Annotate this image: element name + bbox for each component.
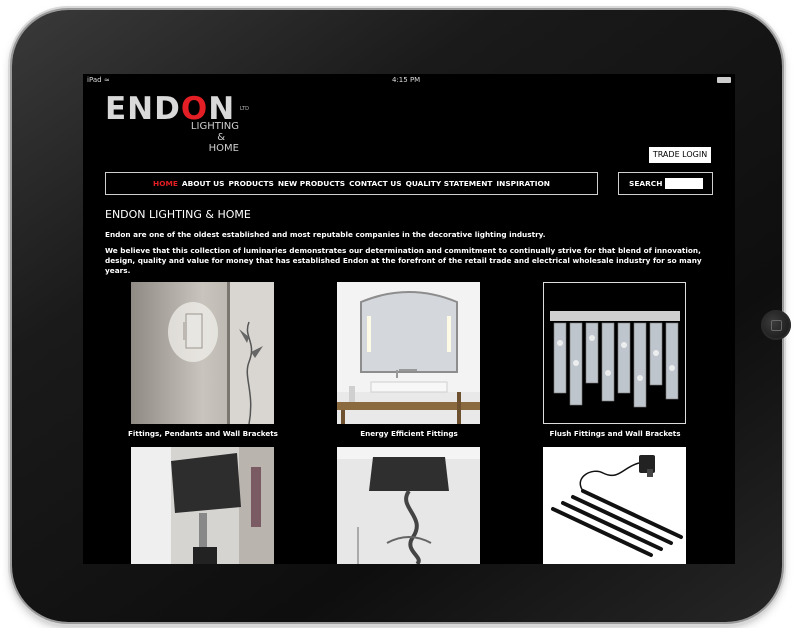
product-image-energy-efficient[interactable] (337, 282, 480, 424)
ipad-screen: iPad ≈ 4:15 PM ENDON LTD LIGHTING & HOME… (83, 74, 735, 564)
nav-item-inspiration[interactable]: INSPIRATION (496, 179, 550, 188)
nav-item-quality-statement[interactable]: QUALITY STATEMENT (406, 179, 493, 188)
nav-item-about-us[interactable]: ABOUT US (182, 179, 225, 188)
product-caption-fittings-pendants[interactable]: Fittings, Pendants and Wall Brackets (98, 429, 308, 438)
product-image-floor-lamp[interactable] (337, 447, 480, 564)
main-nav: HOME ABOUT US PRODUCTS NEW PRODUCTS CONT… (105, 172, 598, 195)
intro-paragraph: Endon are one of the oldest established … (105, 230, 546, 239)
product-image-crystal-flush[interactable] (543, 282, 686, 424)
status-time: 4:15 PM (392, 76, 421, 84)
search-label: SEARCH (629, 179, 663, 188)
search-box: SEARCH (618, 172, 713, 195)
battery-icon (717, 77, 731, 83)
nav-item-home[interactable]: HOME (153, 179, 178, 188)
trade-login-button[interactable]: TRADE LOGIN (649, 147, 711, 163)
nav-item-new-products[interactable]: NEW PRODUCTS (278, 179, 345, 188)
home-button[interactable] (761, 310, 791, 340)
status-bar: iPad ≈ 4:15 PM (83, 74, 735, 88)
home-button-square-icon (771, 320, 782, 331)
page-title: ENDON LIGHTING & HOME (105, 208, 251, 221)
nav-item-products[interactable]: PRODUCTS (229, 179, 274, 188)
status-device-label: iPad ≈ (87, 76, 110, 84)
product-caption-flush-fittings[interactable]: Flush Fittings and Wall Brackets (530, 429, 700, 438)
mission-paragraph: We believe that this collection of lumin… (105, 246, 702, 275)
product-caption-energy-efficient[interactable]: Energy Efficient Fittings (324, 429, 494, 438)
product-image-led-strip[interactable] (543, 447, 686, 564)
search-input[interactable] (665, 178, 703, 189)
product-image-wall-bracket[interactable] (131, 282, 274, 424)
logo-subtitle: LIGHTING & HOME (190, 121, 239, 154)
nav-item-contact-us[interactable]: CONTACT US (349, 179, 401, 188)
logo-ltd: LTD (240, 106, 250, 112)
product-image-table-lamp[interactable] (131, 447, 274, 564)
